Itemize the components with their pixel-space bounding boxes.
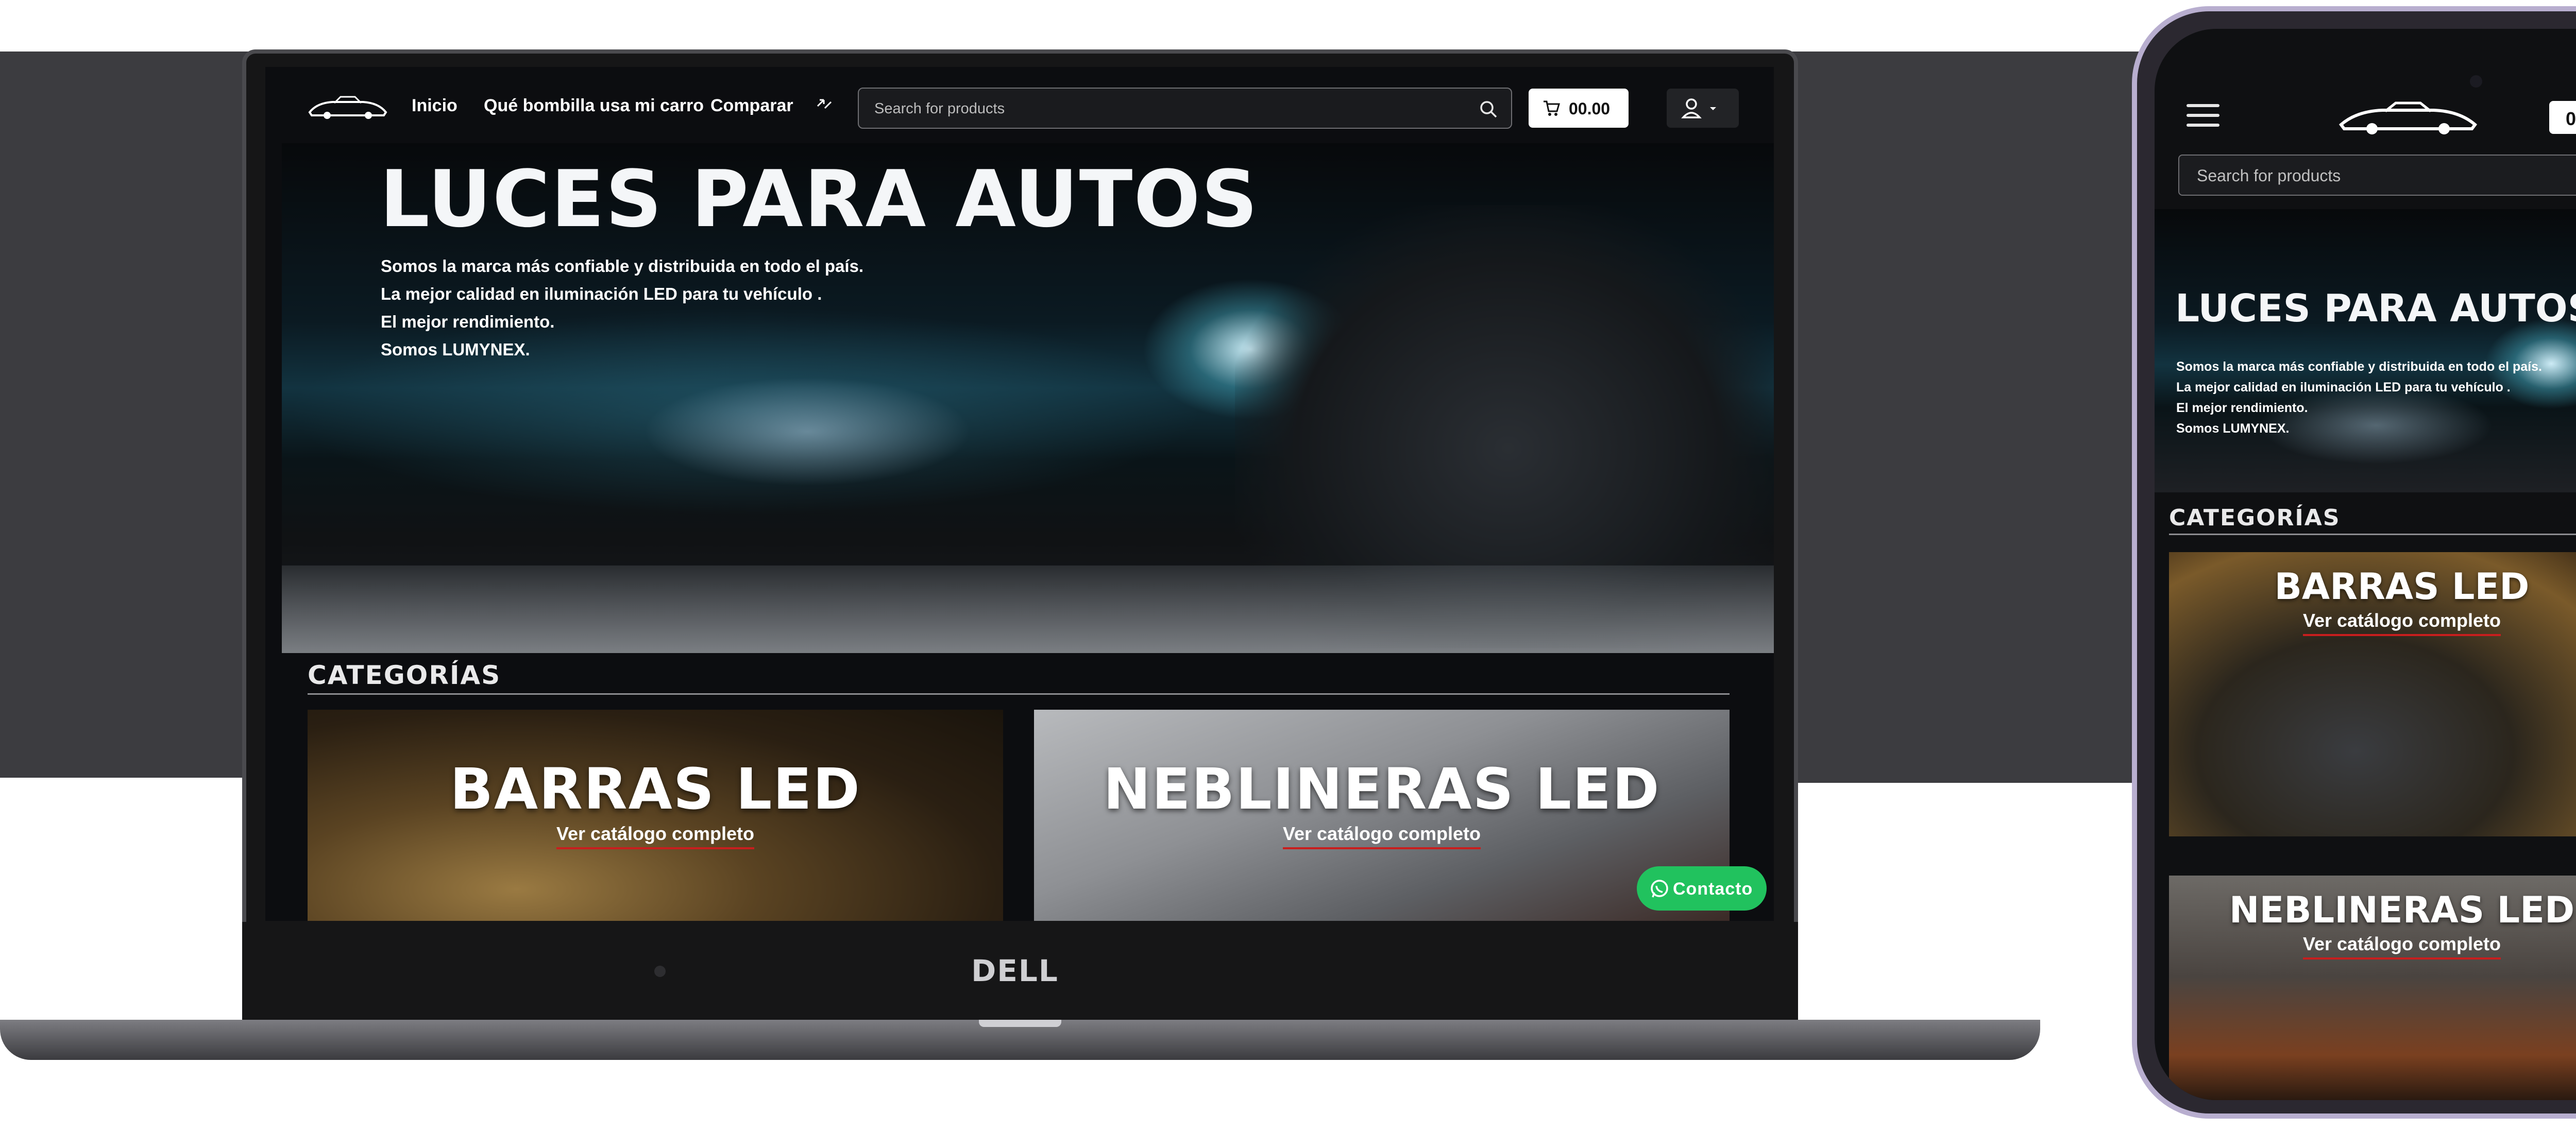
category-catalog-link[interactable]: Ver catálogo completo xyxy=(556,823,755,849)
search-input[interactable] xyxy=(2197,165,2576,186)
category-catalog-link[interactable]: Ver catálogo completo xyxy=(2302,933,2501,959)
cart-icon xyxy=(1544,100,1560,116)
cart-count: 0 xyxy=(2566,108,2576,129)
category-title: NEBLINERAS LED xyxy=(1103,756,1660,822)
hero-line: Somos LUMYNEX. xyxy=(381,340,530,359)
phone-screen: 0 LUCES PARA AUTOS Somos la marca más co… xyxy=(2155,29,2576,1100)
hamburger-menu-icon[interactable] xyxy=(2187,104,2219,127)
hero-line: Somos la marca más confiable y distribui… xyxy=(381,256,864,276)
search-bar[interactable] xyxy=(858,88,1512,129)
car-logo-icon[interactable] xyxy=(2336,97,2480,138)
whatsapp-label: Contacto xyxy=(1673,879,1753,899)
hero-banner: LUCES PARA AUTOS Somos la marca más conf… xyxy=(282,143,1774,653)
category-title: BARRAS LED xyxy=(2274,566,2530,608)
hero-banner: LUCES PARA AUTOS Somos la marca más conf… xyxy=(2155,209,2576,492)
cart-button[interactable]: 0 xyxy=(2549,101,2576,134)
account-menu-button[interactable] xyxy=(1667,89,1739,128)
category-card-neblineras-led[interactable]: NEBLINERAS LED Ver catálogo completo xyxy=(2169,876,2576,1100)
mockup-stage: DELL Inicio Qué bombilla usa mi carro Co… xyxy=(0,0,2576,1131)
hero-line: La mejor calidad en iluminación LED para… xyxy=(381,284,822,303)
chevron-down-icon xyxy=(1710,107,1716,110)
laptop-screen: Inicio Qué bombilla usa mi carro Compara… xyxy=(265,67,1774,921)
laptop-sensor-dot xyxy=(654,966,666,977)
hero-line: Somos LUMYNEX. xyxy=(2176,421,2290,436)
search-icon[interactable] xyxy=(1478,99,1499,119)
categories-heading: CATEGORÍAS xyxy=(2169,505,2341,531)
category-card-barras-led[interactable]: BARRAS LED Ver catálogo completo xyxy=(2169,552,2576,836)
category-card-barras-led[interactable]: BARRAS LED Ver catálogo completo xyxy=(308,710,1003,921)
category-catalog-link[interactable]: Ver catálogo completo xyxy=(2302,610,2501,636)
search-input[interactable] xyxy=(874,98,1467,119)
user-icon xyxy=(1681,98,1716,118)
categories-divider xyxy=(2169,534,2576,535)
hero-title: LUCES PARA AUTOS xyxy=(2175,286,2576,331)
hero-line: La mejor calidad en iluminación LED para… xyxy=(2176,380,2511,395)
phone-camera-dot xyxy=(2470,75,2482,88)
category-card-neblineras-led[interactable]: NEBLINERAS LED Ver catálogo completo xyxy=(1034,710,1730,921)
hero-line: El mejor rendimiento. xyxy=(2176,401,2308,415)
whatsapp-contact-button[interactable]: Contacto xyxy=(1637,866,1767,911)
category-title: NEBLINERAS LED xyxy=(2229,889,2575,931)
search-bar[interactable] xyxy=(2178,155,2576,196)
nav-link-comparar[interactable]: Comparar xyxy=(710,96,793,116)
cart-button[interactable]: 00.00 xyxy=(1529,89,1629,128)
compare-arrows-icon[interactable] xyxy=(816,97,833,112)
category-title: BARRAS LED xyxy=(450,756,861,822)
site-navbar: Inicio Qué bombilla usa mi carro Compara… xyxy=(265,67,1774,143)
categories-heading: CATEGORÍAS xyxy=(308,660,501,690)
hero-title: LUCES PARA AUTOS xyxy=(380,153,1259,245)
cart-amount: 00.00 xyxy=(1569,99,1611,118)
hero-line: El mejor rendimiento. xyxy=(381,312,555,331)
hero-ground xyxy=(282,566,1774,653)
nav-link-bulb-finder[interactable]: Qué bombilla usa mi carro xyxy=(484,96,704,116)
car-logo-icon[interactable] xyxy=(307,92,389,123)
hero-line: Somos la marca más confiable y distribui… xyxy=(2176,359,2542,374)
whatsapp-icon xyxy=(1651,880,1668,898)
category-catalog-link[interactable]: Ver catálogo completo xyxy=(1282,823,1481,849)
phone-frame: 0 LUCES PARA AUTOS Somos la marca más co… xyxy=(2132,6,2576,1119)
laptop-base xyxy=(0,1020,2040,1060)
laptop-brand-logo: DELL xyxy=(971,953,1059,988)
categories-divider xyxy=(308,693,1730,695)
nav-link-inicio[interactable]: Inicio xyxy=(412,96,457,116)
